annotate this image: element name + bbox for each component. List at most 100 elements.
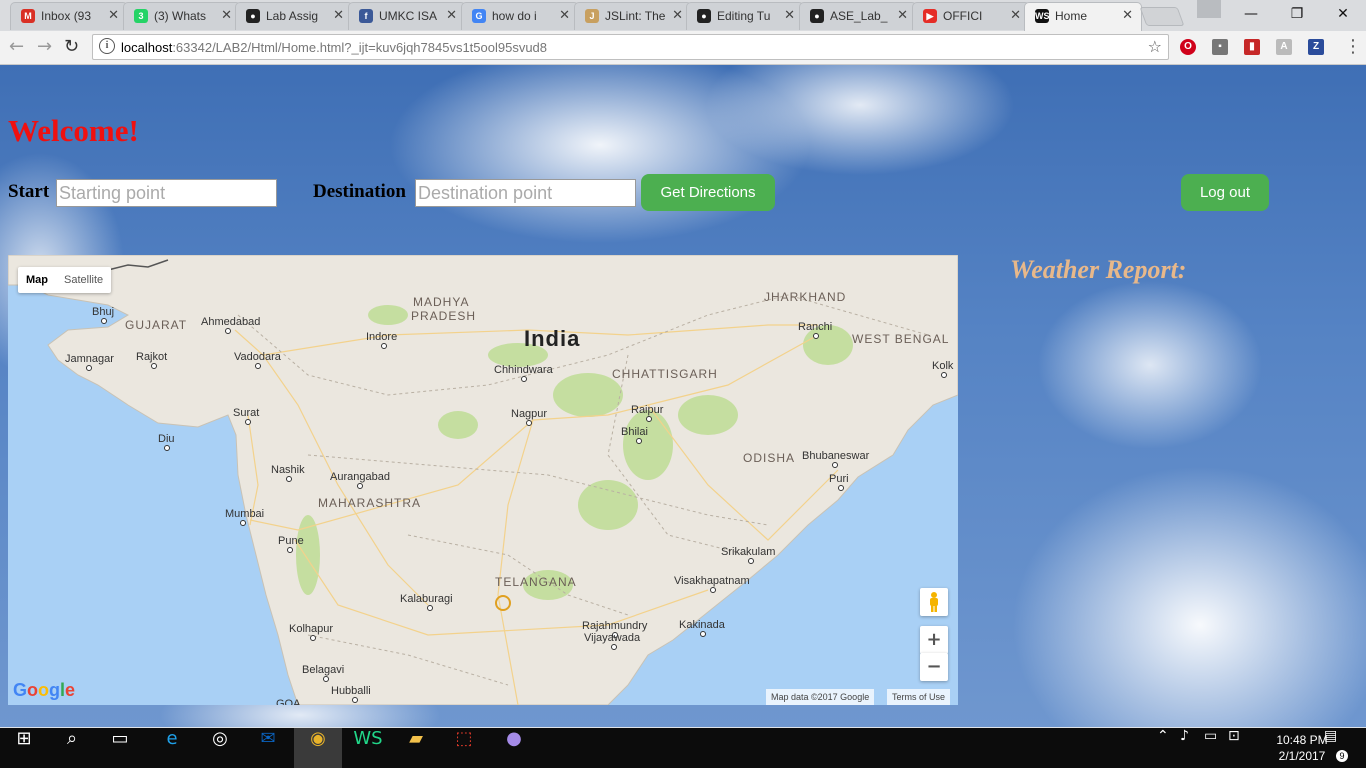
logout-button[interactable]: Log out [1181, 174, 1269, 211]
reload-icon[interactable]: ↻ [64, 36, 79, 57]
city-marker [323, 676, 329, 682]
file-explorer-icon[interactable]: ▰ [392, 728, 440, 768]
google-map[interactable]: India GUJARAT MADHYA PRADESH JHARKHAND W… [8, 255, 958, 705]
close-tab-icon[interactable]: ✕ [897, 8, 908, 23]
close-tab-icon[interactable]: ✕ [672, 8, 683, 23]
close-tab-icon[interactable]: ✕ [1122, 8, 1133, 23]
close-window-icon[interactable]: ✕ [1320, 0, 1366, 30]
city-marker [225, 328, 231, 334]
browser-tab-strip: M Inbox (93 ✕ 3 (3) Whats ✕ ● Lab Assig ✕ f UMKC I… [0, 0, 1366, 31]
svg-text:JHARKHAND: JHARKHAND [764, 290, 846, 304]
back-icon[interactable]: ← [9, 36, 24, 57]
browser-tab[interactable]: f UMKC ISA ✕ [348, 2, 466, 30]
start-menu-icon[interactable]: ⊞ [0, 728, 48, 768]
map-type-control: Map Satellite [18, 267, 112, 293]
search-icon[interactable]: ⌕ [48, 728, 96, 768]
close-tab-icon[interactable]: ✕ [446, 8, 457, 23]
city-label: Kolhapur [289, 623, 333, 635]
youtube-icon: ▶ [923, 9, 937, 23]
close-tab-icon[interactable]: ✕ [1010, 8, 1021, 23]
browser-tab[interactable]: 3 (3) Whats ✕ [123, 2, 241, 30]
chrome-icon[interactable]: ◉ [294, 728, 342, 768]
city-label: Bhubaneswar [802, 450, 870, 462]
close-tab-icon[interactable]: ✕ [108, 8, 119, 23]
state-pradesh: PRADESH [411, 309, 476, 323]
volume-icon[interactable]: ♪ [1180, 728, 1189, 768]
city-marker [352, 697, 358, 703]
start-input[interactable] [56, 179, 277, 207]
tab-title: how do i [492, 9, 537, 23]
maximize-icon[interactable]: ❐ [1274, 0, 1320, 30]
city-label: Pune [278, 535, 304, 547]
browser-tab[interactable]: ● Lab Assig ✕ [235, 2, 353, 30]
network-icon[interactable]: ⊡ [1228, 728, 1240, 768]
site-info-icon[interactable]: i [99, 38, 115, 54]
task-view-icon[interactable]: ▭ [96, 728, 144, 768]
city-label: Kakinada [679, 619, 726, 631]
action-center-icon[interactable]: ▤ [1324, 728, 1337, 768]
svg-text:TELANGANA: TELANGANA [495, 575, 577, 589]
city-marker [832, 462, 838, 468]
notification-count-badge: 9 [1336, 750, 1348, 762]
map-canvas[interactable]: India GUJARAT MADHYA PRADESH JHARKHAND W… [8, 255, 958, 705]
browser-tab[interactable]: M Inbox (93 ✕ [10, 2, 128, 30]
new-tab-button[interactable] [1139, 7, 1185, 26]
battery-icon[interactable]: ▭ [1204, 728, 1217, 768]
z-extension-icon[interactable]: Z [1308, 39, 1324, 55]
acrobat-icon[interactable]: ⬚ [440, 728, 488, 768]
close-tab-icon[interactable]: ✕ [333, 8, 344, 23]
city-label: Srikakulam [721, 546, 775, 558]
city-label: Indore [366, 331, 397, 343]
close-tab-icon[interactable]: ✕ [221, 8, 232, 23]
browser-tab[interactable]: J JSLint: The ✕ [574, 2, 692, 30]
bookmark-extension-icon[interactable]: ▮ [1244, 39, 1260, 55]
map-type-map-button[interactable]: Map [18, 267, 56, 293]
city-label: Rajahmundry [582, 620, 648, 632]
city-label: Aurangabad [330, 471, 390, 483]
browser-tab[interactable]: ● Editing Tu ✕ [686, 2, 804, 30]
facebook-icon: f [359, 9, 373, 23]
zoom-in-button[interactable]: + [920, 626, 948, 654]
close-tab-icon[interactable]: ✕ [559, 8, 570, 23]
show-hidden-icons[interactable]: ⌃ [1157, 728, 1169, 768]
address-bar[interactable]: i localhost:63342/LAB2/Html/Home.html?_i… [92, 34, 1169, 60]
groove-icon[interactable]: ◎ [196, 728, 244, 768]
pdf-extension-icon[interactable]: A [1276, 39, 1292, 55]
get-directions-button[interactable]: Get Directions [641, 174, 775, 211]
opera-extension-icon[interactable]: O [1180, 39, 1196, 55]
map-type-satellite-button[interactable]: Satellite [56, 267, 111, 293]
edge-icon[interactable]: e [148, 728, 196, 768]
chrome-menu-icon[interactable]: ⋮ [1344, 36, 1362, 57]
close-tab-icon[interactable]: ✕ [784, 8, 795, 23]
city-marker [700, 631, 706, 637]
web-page: Welcome! Start Destination Get Direction… [0, 65, 1366, 727]
forward-icon[interactable]: → [37, 36, 52, 57]
clock-time: 10:48 PM [1276, 733, 1328, 747]
zoom-out-button[interactable]: − [920, 653, 948, 681]
destination-input[interactable] [415, 179, 636, 207]
street-view-control[interactable] [920, 588, 948, 616]
city-marker [381, 343, 387, 349]
outlook-icon[interactable]: ✉ [244, 728, 292, 768]
extension-icon[interactable]: ▪ [1212, 39, 1228, 55]
webstorm-icon[interactable]: WS [344, 728, 392, 768]
browser-tab[interactable]: WS Home ✕ [1024, 2, 1142, 31]
terms-of-use-link[interactable]: Terms of Use [887, 689, 951, 705]
svg-text:CHHATTISGARH: CHHATTISGARH [612, 367, 718, 381]
city-marker [813, 333, 819, 339]
system-clock[interactable]: 10:48 PM 2/1/2017 [1272, 732, 1332, 764]
city-label: Nashik [271, 464, 305, 476]
bookmark-star-icon[interactable]: ☆ [1148, 37, 1162, 56]
github-icon: ● [246, 9, 260, 23]
webstorm-icon: WS [1035, 9, 1050, 23]
browser-tab[interactable]: ● ASE_Lab_ ✕ [799, 2, 917, 30]
browser-tab[interactable]: ▶ OFFICI ✕ [912, 2, 1030, 30]
app-icon[interactable]: ● [490, 728, 538, 768]
clock-date: 2/1/2017 [1278, 749, 1326, 763]
profile-icon[interactable] [1197, 0, 1221, 18]
welcome-heading: Welcome! [8, 113, 139, 148]
google-logo[interactable]: Google [13, 680, 75, 701]
browser-tab[interactable]: Ghow do i ✕ [461, 2, 579, 30]
city-marker [310, 635, 316, 641]
minimize-icon[interactable]: — [1228, 0, 1274, 30]
